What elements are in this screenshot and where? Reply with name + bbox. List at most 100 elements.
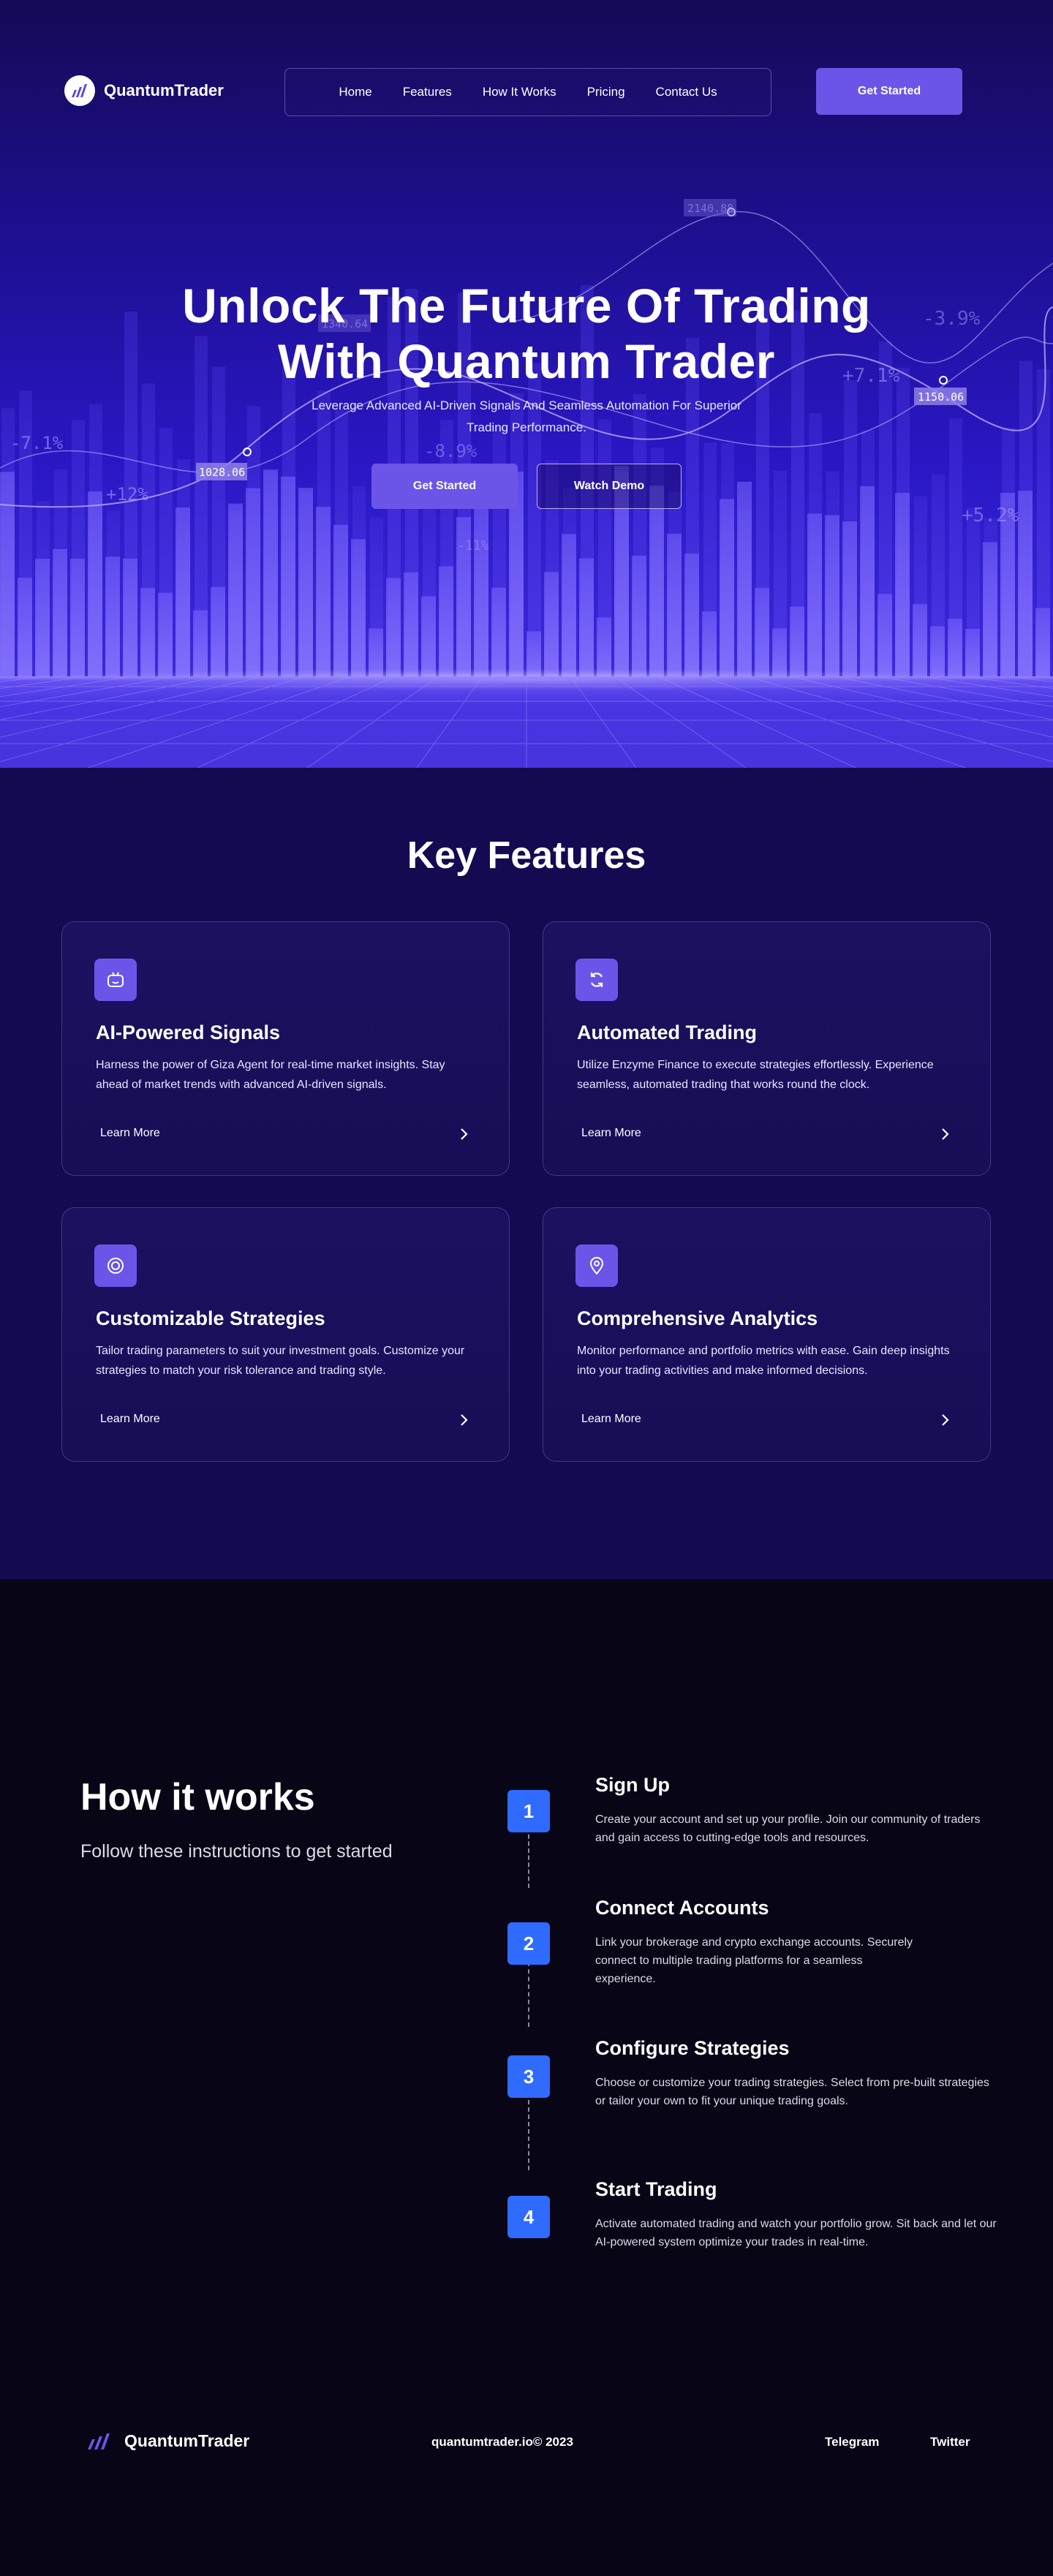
brand-name: QuantumTrader — [104, 81, 224, 99]
map-pin-icon — [575, 1244, 618, 1287]
step-text: Choose or customize your trading strateg… — [595, 2077, 989, 2107]
background-bar — [474, 508, 488, 676]
chart-label: -7.1% — [10, 433, 64, 453]
features-title: Key Features — [407, 834, 646, 877]
logo-icon — [64, 75, 95, 106]
learn-more-link[interactable]: Learn More — [581, 1413, 641, 1426]
chart-label: -8.9% — [424, 441, 478, 461]
background-bar — [807, 513, 822, 676]
floor-grid-line — [745, 676, 1053, 763]
step-text: Create your account and set up your prof… — [595, 1813, 981, 1844]
nav-get-started-button[interactable]: Get Started — [816, 68, 962, 115]
background-bar — [298, 488, 313, 676]
step-text: Activate automated trading and watch you… — [595, 2218, 997, 2248]
hero-title: Unlock The Future Of Trading With Quantu… — [0, 278, 1053, 389]
learn-more-link[interactable]: Learn More — [100, 1127, 160, 1140]
footer-copyright: quantumtrader.io© 2023 — [431, 2435, 573, 2449]
step-title: Start Trading — [595, 2178, 717, 2200]
how-title: How it works — [80, 1776, 315, 1818]
background-bar — [123, 558, 137, 676]
hero-floor-grid — [0, 676, 1053, 768]
robot-icon — [94, 959, 137, 1001]
footer-brand-name: QuantumTrader — [124, 2430, 250, 2450]
background-bar — [983, 542, 997, 676]
background-bar — [632, 556, 646, 676]
background-bar — [70, 559, 85, 676]
step-number-4: 4 — [507, 2196, 550, 2238]
feature-card-analytics: Comprehensive Analytics Monitor performa… — [543, 1207, 991, 1462]
background-bar — [649, 486, 664, 676]
footer: QuantumTrader quantumtrader.io© 2023 Tel… — [0, 2413, 1053, 2471]
how-it-works-section: How it works Follow these instructions t… — [0, 1579, 1053, 2576]
step-title: Configure Strategies — [595, 2037, 790, 2059]
nav-link-features[interactable]: Features — [403, 85, 452, 99]
background-bar — [684, 554, 699, 676]
floor-grid-line — [197, 676, 396, 768]
background-bar — [439, 566, 453, 676]
floor-grid-line — [1008, 676, 1053, 683]
how-subtitle: Follow these instructions to get started — [80, 1841, 393, 1862]
nav-link-pricing[interactable]: Pricing — [587, 85, 625, 99]
step-text: Link your brokerage and crypto exchange … — [595, 1936, 913, 1985]
background-bar — [193, 610, 208, 676]
floor-grid-line — [0, 676, 264, 738]
floor-grid-line — [416, 676, 483, 768]
footer-brand[interactable]: QuantumTrader — [86, 2430, 249, 2451]
feature-card-text: Utilize Enzyme Finance to execute strate… — [577, 1059, 934, 1091]
background-bar — [1018, 491, 1033, 676]
twitter-link[interactable]: Twitter — [930, 2435, 970, 2450]
hero-get-started-button[interactable]: Get Started — [371, 464, 518, 509]
background-bar — [913, 604, 927, 676]
step-connector — [528, 2085, 529, 2170]
hero-buttons: Get Started Watch Demo — [0, 464, 1053, 509]
background-bar — [246, 488, 260, 676]
floor-grid-line — [701, 676, 966, 768]
background-bar — [18, 578, 32, 676]
features-section: Key Features AI-Powered Signals Harness … — [0, 768, 1053, 1579]
chevron-right-icon[interactable] — [936, 1125, 954, 1143]
background-bar — [386, 578, 401, 676]
hero-title-line2: With Quantum Trader — [278, 334, 775, 388]
chevron-right-icon[interactable] — [455, 1411, 472, 1429]
background-bar — [35, 559, 50, 676]
floor-grid-line — [614, 676, 747, 768]
feature-card-title: Automated Trading — [577, 1021, 758, 1043]
chevron-right-icon[interactable] — [455, 1125, 472, 1143]
hero-subtitle: Leverage Advanced AI-Driven Signals And … — [312, 399, 741, 434]
feature-card-text: Tailor trading parameters to suit your i… — [96, 1345, 465, 1377]
background-bar — [860, 486, 875, 676]
background-bar — [1035, 608, 1050, 676]
feature-card-text: Monitor performance and portfolio metric… — [577, 1345, 950, 1377]
background-bar — [404, 572, 418, 676]
background-bar — [842, 521, 857, 676]
feature-card-title: Comprehensive Analytics — [577, 1307, 818, 1329]
background-bar — [88, 491, 102, 676]
learn-more-link[interactable]: Learn More — [100, 1413, 160, 1426]
floor-grid-line — [789, 676, 1053, 738]
chart-label: -11% — [457, 538, 489, 554]
step-number-2: 2 — [507, 1922, 550, 1965]
background-bar — [211, 586, 225, 676]
feature-card-automated-trading: Automated Trading Utilize Enzyme Finance… — [543, 921, 991, 1176]
nav-link-home[interactable]: Home — [339, 85, 371, 99]
learn-more-link[interactable]: Learn More — [581, 1127, 641, 1140]
nav-link-contact[interactable]: Contact Us — [656, 85, 717, 99]
floor-grid-line — [0, 676, 308, 763]
target-icon — [94, 1244, 137, 1287]
background-bar — [351, 539, 366, 676]
telegram-link[interactable]: Telegram — [825, 2435, 879, 2450]
watch-demo-button[interactable]: Watch Demo — [537, 464, 682, 509]
background-bar — [895, 492, 910, 676]
background-bar — [579, 558, 594, 676]
step-title: Sign Up — [595, 1774, 670, 1796]
chevron-right-icon[interactable] — [936, 1411, 954, 1429]
feature-card-title: AI-Powered Signals — [96, 1021, 281, 1043]
nav-link-how-it-works[interactable]: How It Works — [483, 85, 556, 99]
floor-grid-line — [570, 676, 637, 768]
background-bar — [421, 596, 436, 676]
refresh-icon — [575, 959, 618, 1001]
background-bar — [720, 499, 734, 676]
brand[interactable]: QuantumTrader — [64, 75, 224, 106]
page: -7.1% +12% 1028.06 -8.9% -11% 1340.64 21… — [0, 0, 1053, 2576]
nav-links: Home Features How It Works Pricing Conta… — [284, 68, 771, 116]
